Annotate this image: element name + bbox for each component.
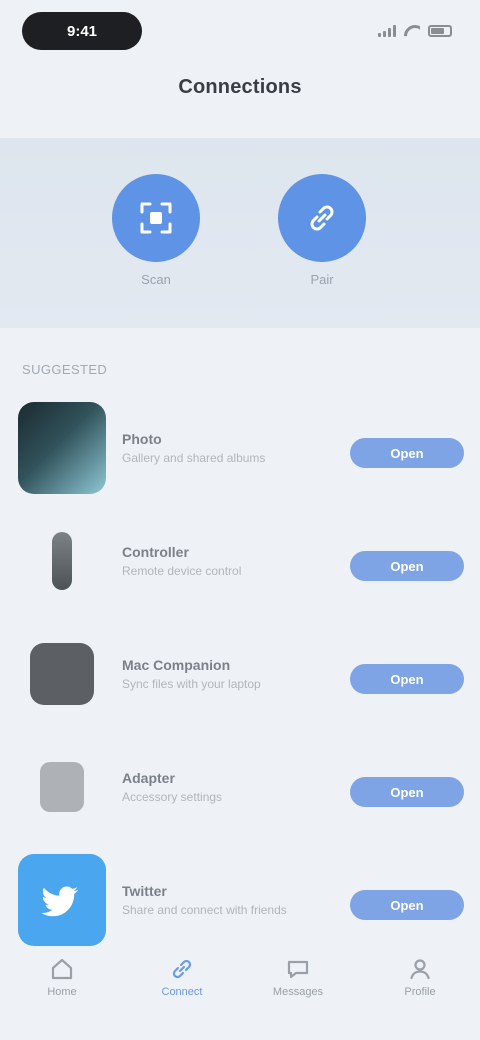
chat-icon (287, 960, 309, 979)
app-subtitle: Gallery and shared albums (122, 451, 266, 465)
app-subtitle: Share and connect with friends (122, 903, 287, 917)
pair-action[interactable]: Pair (272, 174, 372, 287)
open-button[interactable]: Open (350, 551, 464, 581)
app-name: Mac Companion (122, 657, 231, 673)
pair-button[interactable] (278, 174, 366, 262)
tab-messages[interactable]: Messages (258, 956, 338, 1006)
tab-home[interactable]: Home (22, 956, 102, 1006)
photo-app-icon (18, 402, 106, 494)
app-text: Photo Gallery and shared albums (122, 430, 332, 466)
open-button[interactable]: Open (350, 664, 464, 694)
tab-label: Home (47, 986, 77, 998)
tab-label: Messages (272, 986, 324, 998)
app-text: Mac Companion Sync files with your lapto… (122, 656, 332, 692)
app-list: Photo Gallery and shared albums Open Con… (0, 396, 480, 961)
tab-label: Connect (161, 986, 203, 998)
scan-button[interactable] (112, 174, 200, 262)
section-header: Suggested (22, 362, 108, 377)
adapter-icon (18, 741, 106, 833)
bird-icon (18, 854, 106, 946)
list-item[interactable]: Controller Remote device control Open (0, 509, 480, 622)
status-indicators (378, 24, 452, 38)
app-name: Adapter (122, 770, 175, 786)
status-time: 9:41 (22, 12, 142, 50)
open-button[interactable]: Open (350, 438, 464, 468)
home-icon (51, 958, 73, 980)
scan-label: Scan (141, 272, 171, 287)
list-item[interactable]: Adapter Accessory settings Open (0, 735, 480, 848)
device-icon (18, 515, 106, 607)
open-button[interactable]: Open (350, 890, 464, 920)
link-icon (310, 205, 334, 231)
cellular-signal-icon (378, 25, 396, 37)
tab-label: Profile (404, 986, 436, 998)
page-title: Connections (178, 76, 302, 98)
scan-action[interactable]: Scan (106, 174, 206, 287)
app-name: Photo (122, 431, 162, 447)
app-subtitle: Accessory settings (122, 790, 223, 804)
app-text: Adapter Accessory settings (122, 769, 332, 805)
laptop-icon (18, 628, 106, 720)
wifi-icon (404, 25, 420, 37)
qr-scan-icon (140, 202, 172, 234)
list-item[interactable]: Twitter Share and connect with friends O… (0, 848, 480, 961)
pair-label: Pair (310, 272, 334, 287)
list-item[interactable]: Mac Companion Sync files with your lapto… (0, 622, 480, 735)
app-name: Twitter (122, 883, 167, 899)
person-icon (410, 959, 430, 980)
app-subtitle: Sync files with your laptop (122, 677, 261, 691)
tab-profile[interactable]: Profile (380, 956, 460, 1006)
app-text: Twitter Share and connect with friends (122, 882, 332, 918)
connect-icon (172, 959, 192, 979)
battery-icon (428, 25, 452, 37)
open-button[interactable]: Open (350, 777, 464, 807)
status-bar: 9:41 (0, 0, 480, 64)
app-text: Controller Remote device control (122, 543, 332, 579)
list-item[interactable]: Photo Gallery and shared albums Open (0, 396, 480, 509)
tab-bar: Home Connect Messages Profile (0, 946, 480, 1040)
app-subtitle: Remote device control (122, 564, 242, 578)
hero-section: Scan Pair (0, 138, 480, 328)
bird-glyph-icon (41, 886, 78, 917)
app-name: Controller (122, 544, 189, 560)
tab-connect[interactable]: Connect (142, 956, 222, 1006)
